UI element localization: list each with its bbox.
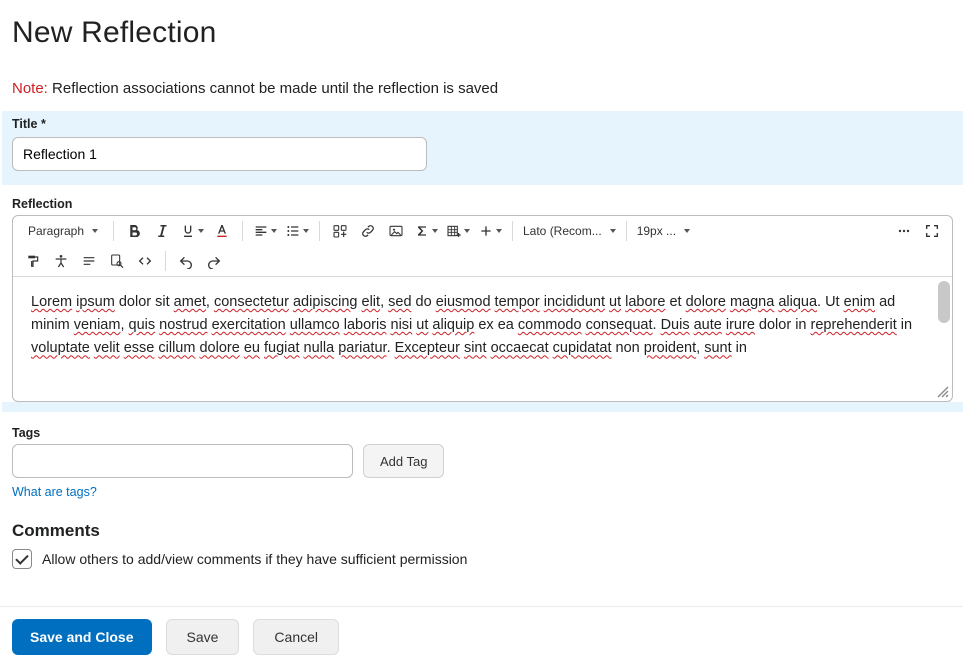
chevron-down-icon <box>610 229 616 233</box>
tags-label: Tags <box>12 426 953 440</box>
search-doc-icon <box>109 253 125 269</box>
source-code-button[interactable] <box>131 248 159 274</box>
format-painter-button[interactable] <box>19 248 47 274</box>
footer-bar: Save and Close Save Cancel <box>0 606 963 666</box>
note-line: Note: Reflection associations cannot be … <box>12 80 953 97</box>
block-format-select[interactable]: Paragraph <box>19 218 107 244</box>
redo-button[interactable] <box>200 248 228 274</box>
bold-button[interactable] <box>120 218 148 244</box>
chevron-down-icon <box>464 229 470 233</box>
comments-heading: Comments <box>12 521 953 541</box>
font-size-select[interactable]: 19px ... <box>633 218 694 244</box>
note-prefix: Note: <box>12 80 48 97</box>
page-title: New Reflection <box>12 16 953 50</box>
note-text: Reflection associations cannot be made u… <box>52 80 498 97</box>
chevron-down-icon <box>496 229 502 233</box>
chevron-down-icon <box>432 229 438 233</box>
redo-icon <box>206 253 222 269</box>
italic-button[interactable] <box>148 218 176 244</box>
align-button[interactable] <box>249 218 281 244</box>
link-icon <box>360 223 376 239</box>
editor-body[interactable]: Lorem ipsum dolor sit amet, consectetur … <box>13 277 952 387</box>
editor-text[interactable]: Lorem ipsum dolor sit amet, consectetur … <box>31 291 932 361</box>
chevron-down-icon <box>198 229 204 233</box>
title-label: Title * <box>12 117 953 131</box>
accessibility-checker-button[interactable] <box>47 248 75 274</box>
accessibility-icon <box>53 253 69 269</box>
table-icon <box>446 223 462 239</box>
chevron-down-icon <box>684 229 690 233</box>
chevron-down-icon <box>92 229 98 233</box>
toolbar-row-1: Paragraph <box>13 216 952 246</box>
what-are-tags-link[interactable]: What are tags? <box>12 485 97 499</box>
table-button[interactable] <box>442 218 474 244</box>
editor-bottom-band <box>2 402 963 412</box>
list-icon <box>285 223 301 239</box>
tags-input[interactable] <box>12 444 353 478</box>
title-input[interactable] <box>12 137 427 171</box>
save-button[interactable]: Save <box>166 619 240 655</box>
rich-text-editor: Paragraph <box>12 215 953 402</box>
undo-icon <box>178 253 194 269</box>
code-icon <box>137 253 153 269</box>
add-tag-button[interactable]: Add Tag <box>363 444 444 478</box>
plus-icon <box>478 223 494 239</box>
format-painter-icon <box>25 253 41 269</box>
bold-icon <box>125 222 143 240</box>
preview-button[interactable] <box>103 248 131 274</box>
insert-link-button[interactable] <box>354 218 382 244</box>
word-count-icon <box>81 253 97 269</box>
insert-stuff-button[interactable] <box>326 218 354 244</box>
reflection-label: Reflection <box>12 197 953 211</box>
insert-image-button[interactable] <box>382 218 410 244</box>
editor-toolbar: Paragraph <box>13 216 952 277</box>
editor-resize-handle[interactable] <box>13 387 952 401</box>
undo-button[interactable] <box>172 248 200 274</box>
text-color-icon <box>214 223 230 239</box>
list-button[interactable] <box>281 218 313 244</box>
image-icon <box>388 223 404 239</box>
toolbar-row-2 <box>13 246 952 276</box>
required-star: * <box>41 117 46 131</box>
align-left-icon <box>253 223 269 239</box>
save-and-close-button[interactable]: Save and Close <box>12 619 152 655</box>
underline-icon <box>180 223 196 239</box>
italic-icon <box>153 222 171 240</box>
title-band: Title * <box>2 111 963 185</box>
allow-comments-label: Allow others to add/view comments if the… <box>42 551 467 567</box>
chevron-down-icon <box>303 229 309 233</box>
fullscreen-button[interactable] <box>918 218 946 244</box>
word-count-button[interactable] <box>75 248 103 274</box>
scrollbar-thumb[interactable] <box>938 281 950 323</box>
ellipsis-icon <box>896 223 912 239</box>
resize-grip-icon <box>936 385 950 399</box>
insert-more-button[interactable] <box>474 218 506 244</box>
insert-stuff-icon <box>332 223 348 239</box>
equation-button[interactable] <box>410 218 442 244</box>
cancel-button[interactable]: Cancel <box>253 619 339 655</box>
more-actions-button[interactable] <box>890 218 918 244</box>
sigma-icon <box>414 223 430 239</box>
chevron-down-icon <box>271 229 277 233</box>
underline-button[interactable] <box>176 218 208 244</box>
text-color-button[interactable] <box>208 218 236 244</box>
allow-comments-checkbox[interactable] <box>12 549 32 569</box>
font-family-select[interactable]: Lato (Recom... <box>519 218 620 244</box>
fullscreen-icon <box>924 223 940 239</box>
